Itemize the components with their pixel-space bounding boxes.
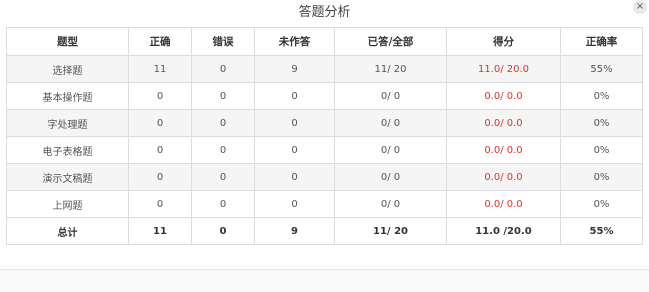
cell-unanswered: 0 — [254, 136, 335, 164]
dialog-title: 答题分析 — [298, 5, 351, 20]
cell-answered-total: 0/ 0 — [334, 136, 447, 164]
cell-score: 0.0/ 0.0 — [446, 82, 561, 110]
column-header-accuracy: 正确率 — [560, 27, 643, 56]
cell-type: 选择题 — [6, 55, 129, 83]
table-row: 电子表格题 0 0 0 0/ 0 0.0/ 0.0 0% — [6, 136, 643, 164]
total-unanswered: 9 — [254, 217, 335, 245]
cell-wrong: 0 — [191, 82, 255, 110]
cell-unanswered: 0 — [254, 190, 335, 218]
cell-accuracy: 0% — [560, 109, 643, 137]
table-row: 选择题 11 0 9 11/ 20 11.0/ 20.0 55% — [6, 55, 643, 83]
cell-score: 0.0/ 0.0 — [446, 190, 561, 218]
total-type: 总计 — [6, 217, 129, 245]
cell-correct: 0 — [128, 136, 192, 164]
cell-answered-total: 0/ 0 — [334, 109, 447, 137]
answer-analysis-table: 题型 正确 错误 未作答 已答/全部 得分 正确率 选择题 11 0 9 11/… — [6, 27, 643, 245]
cell-unanswered: 0 — [254, 82, 335, 110]
table-header-row: 题型 正确 错误 未作答 已答/全部 得分 正确率 — [6, 27, 643, 56]
total-correct: 11 — [128, 217, 192, 245]
cell-answered-total: 0/ 0 — [334, 163, 447, 191]
cell-correct: 11 — [128, 55, 192, 83]
column-header-wrong: 错误 — [191, 27, 255, 56]
dialog-footer — [0, 270, 649, 292]
column-header-unanswered: 未作答 — [254, 27, 335, 56]
column-header-answered-total: 已答/全部 — [334, 27, 447, 56]
cell-type: 演示文稿题 — [6, 163, 129, 191]
cell-accuracy: 55% — [560, 55, 643, 83]
table-row: 演示文稿题 0 0 0 0/ 0 0.0/ 0.0 0% — [6, 163, 643, 191]
table-total-row: 总计 11 0 9 11/ 20 11.0 /20.0 55% — [6, 217, 643, 245]
cell-score: 0.0/ 0.0 — [446, 136, 561, 164]
cell-unanswered: 0 — [254, 163, 335, 191]
cell-score: 11.0/ 20.0 — [446, 55, 561, 83]
cell-type: 电子表格题 — [6, 136, 129, 164]
total-answered-total: 11/ 20 — [334, 217, 447, 245]
cell-answered-total: 11/ 20 — [334, 55, 447, 83]
total-accuracy: 55% — [560, 217, 643, 245]
column-header-type: 题型 — [6, 27, 129, 56]
cell-type: 基本操作题 — [6, 82, 129, 110]
cell-correct: 0 — [128, 82, 192, 110]
cell-score: 0.0/ 0.0 — [446, 163, 561, 191]
table-row: 上网题 0 0 0 0/ 0 0.0/ 0.0 0% — [6, 190, 643, 218]
cell-score: 0.0/ 0.0 — [446, 109, 561, 137]
cell-unanswered: 0 — [254, 109, 335, 137]
cell-correct: 0 — [128, 190, 192, 218]
cell-wrong: 0 — [191, 190, 255, 218]
table-row: 字处理题 0 0 0 0/ 0 0.0/ 0.0 0% — [6, 109, 643, 137]
cell-unanswered: 9 — [254, 55, 335, 83]
cell-accuracy: 0% — [560, 190, 643, 218]
cell-accuracy: 0% — [560, 82, 643, 110]
cell-wrong: 0 — [191, 109, 255, 137]
cell-correct: 0 — [128, 163, 192, 191]
close-icon[interactable]: × — [633, 0, 647, 14]
cell-type: 上网题 — [6, 190, 129, 218]
cell-wrong: 0 — [191, 55, 255, 83]
cell-type: 字处理题 — [6, 109, 129, 137]
total-score: 11.0 /20.0 — [446, 217, 561, 245]
total-wrong: 0 — [191, 217, 255, 245]
cell-wrong: 0 — [191, 163, 255, 191]
answer-analysis-dialog: 答题分析 × 题型 正确 错误 未作答 已答/全部 得分 正确率 选择题 11 … — [0, 0, 649, 292]
column-header-score: 得分 — [446, 27, 561, 56]
cell-accuracy: 0% — [560, 136, 643, 164]
column-header-correct: 正确 — [128, 27, 192, 56]
cell-correct: 0 — [128, 109, 192, 137]
table-row: 基本操作题 0 0 0 0/ 0 0.0/ 0.0 0% — [6, 82, 643, 110]
cell-accuracy: 0% — [560, 163, 643, 191]
cell-answered-total: 0/ 0 — [334, 190, 447, 218]
cell-answered-total: 0/ 0 — [334, 82, 447, 110]
cell-wrong: 0 — [191, 136, 255, 164]
